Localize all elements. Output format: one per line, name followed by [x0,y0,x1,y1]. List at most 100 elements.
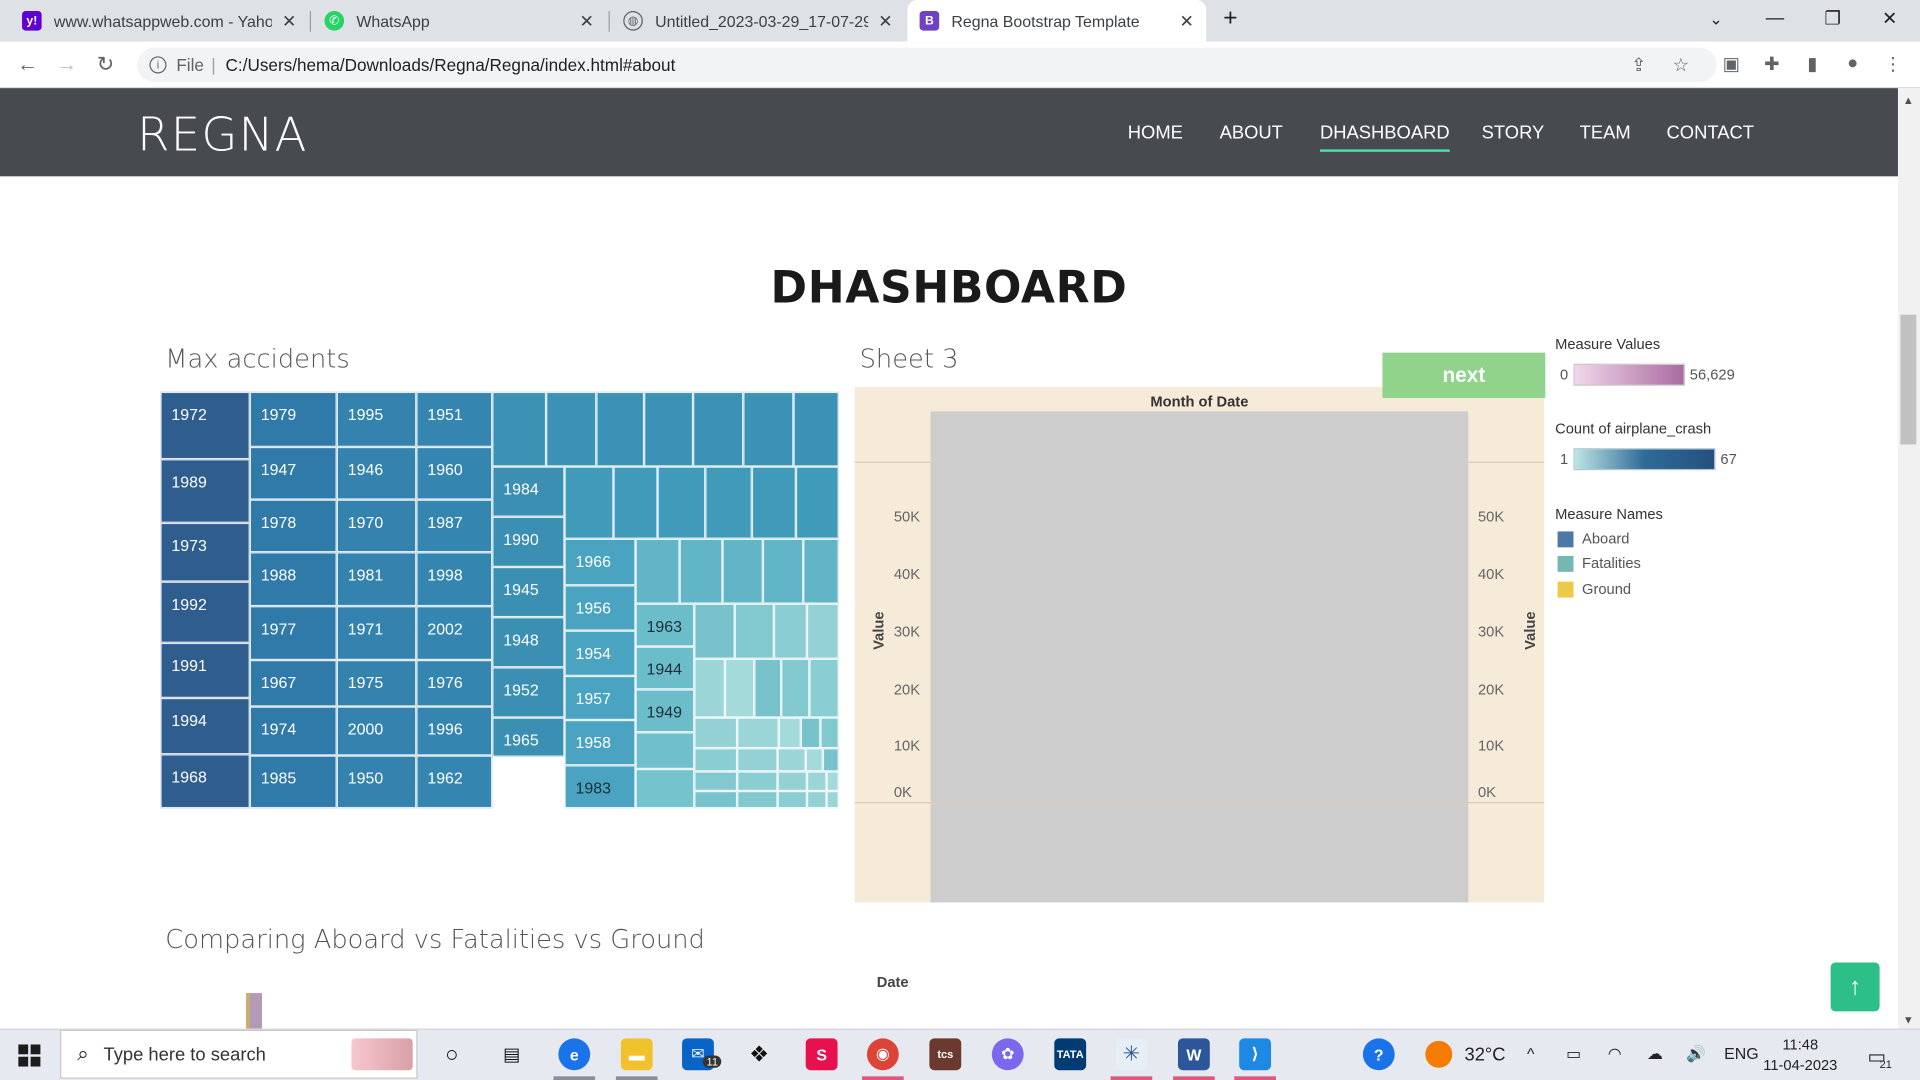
treemap-cell[interactable]: 1974 [249,706,337,756]
legend-item-aboard[interactable]: Aboard [1557,530,1629,547]
treemap-cell[interactable] [694,717,738,749]
profile-icon[interactable]: ● [1842,53,1864,75]
minimize-button[interactable]: — [1766,7,1784,28]
chrome-icon[interactable]: ◉ [866,1038,899,1071]
treemap-cell[interactable]: 1950 [336,755,417,809]
treemap-cell[interactable]: 1948 [492,617,565,668]
treemap-cell[interactable] [635,768,695,809]
treemap-cell[interactable] [777,791,807,809]
treemap-cell[interactable] [820,717,839,749]
treemap-cell[interactable] [613,466,658,539]
treemap-cell[interactable] [806,603,839,659]
treemap-cell[interactable]: 1983 [564,765,636,809]
treemap-cell[interactable]: 1957 [564,675,636,721]
treemap-cell[interactable]: 1965 [492,717,565,757]
extension-icon[interactable]: ▣ [1720,53,1742,75]
treemap-cell[interactable] [679,538,723,604]
treemap-cell[interactable] [635,732,695,769]
treemap-cell[interactable] [694,658,725,718]
treemap-cell[interactable]: 1963 [635,603,695,647]
treemap-cell[interactable]: 1956 [564,585,636,631]
site-logo[interactable]: REGNA [137,108,308,162]
treemap-cell[interactable]: 1944 [635,646,695,690]
treemap-cell[interactable] [793,391,839,467]
treemap-cell[interactable] [777,748,806,772]
treemap-cell[interactable]: 1968 [160,754,250,809]
treemap-cell[interactable]: 1951 [416,391,493,447]
treemap-cell[interactable] [705,466,752,539]
scroll-up-icon[interactable]: ▲ [1903,94,1914,106]
treemap-cell[interactable]: 1981 [336,552,417,607]
treemap-cell[interactable] [803,538,839,604]
temperature[interactable]: 32°C [1465,1044,1506,1065]
onedrive-icon[interactable]: ☁ [1647,1044,1663,1064]
treemap-cell[interactable]: 1991 [160,642,250,698]
treemap-cell[interactable] [737,748,778,772]
puzzle-icon[interactable]: ✚ [1761,53,1783,75]
treemap-cell[interactable]: 1954 [564,630,636,676]
treemap-cell[interactable]: 1990 [492,516,565,567]
treemap-cell[interactable]: 1958 [564,720,636,766]
treemap-cell[interactable]: 1971 [336,606,417,661]
treemap-cell[interactable] [800,717,821,749]
sidepanel-icon[interactable]: ▮ [1801,53,1823,75]
close-icon[interactable]: ✕ [1180,10,1194,31]
tab-yahoo[interactable]: y! www.whatsappweb.com - Yahoo ✕ [10,0,309,42]
treemap-cell[interactable]: 1989 [160,459,250,523]
treemap-cell[interactable]: 1976 [416,660,493,707]
treemap-cell[interactable]: 1978 [249,499,337,553]
treemap-cell[interactable] [644,391,694,467]
treemap-cell[interactable]: 1985 [249,755,337,809]
treemap-cell[interactable] [781,658,810,718]
treemap-chart[interactable]: 1972 1989 1973 1992 1991 1994 1968 1979 1947 1978… [160,391,839,809]
treemap-cell[interactable]: 1994 [160,697,250,755]
treemap-cell[interactable] [737,771,778,792]
show-hidden-icons[interactable]: ^ [1527,1044,1534,1062]
treemap-cell[interactable] [694,748,738,772]
treemap-cell[interactable]: 1952 [492,667,565,718]
nav-contact[interactable]: CONTACT [1667,122,1754,143]
tab-untitled[interactable]: ◍ Untitled_2023-03-29_17-07-29.p ✕ [611,0,905,42]
treemap-cell[interactable]: 1972 [160,391,250,460]
bookmark-star-icon[interactable]: ☆ [1673,54,1689,76]
treemap-cell[interactable] [657,466,706,539]
treemap-cell[interactable] [778,717,801,749]
treemap-cell[interactable] [694,771,738,792]
info-icon[interactable]: i [149,56,167,74]
page-scrollbar[interactable] [1897,88,1920,1029]
treemap-cell[interactable] [773,603,807,659]
tata-icon[interactable]: TATA [1054,1038,1087,1071]
next-button[interactable]: next [1382,352,1546,398]
treemap-cell[interactable] [751,466,796,539]
treemap-cell[interactable] [806,771,827,792]
treemap-cell[interactable] [795,466,839,539]
scroll-thumb[interactable] [1900,314,1917,445]
tableau-icon[interactable]: ✳ [1115,1038,1148,1071]
nav-home[interactable]: HOME [1128,122,1183,143]
nav-dashboard[interactable]: DHASHBOARD [1320,122,1450,152]
treemap-cell[interactable] [694,603,735,659]
treemap-cell[interactable]: 1945 [492,566,565,618]
back-icon[interactable]: ← [17,53,38,77]
treemap-cell[interactable] [737,791,778,809]
reload-icon[interactable]: ↻ [97,53,114,77]
treemap-cell[interactable] [564,466,614,539]
treemap-cell[interactable] [777,771,807,792]
copilot-icon[interactable]: ✿ [991,1038,1024,1071]
wifi-icon[interactable]: ◠ [1608,1044,1622,1064]
treemap-cell[interactable]: 1979 [249,391,337,447]
treemap-cell[interactable] [693,391,744,467]
share-icon[interactable]: ⇪ [1631,54,1646,76]
close-window-button[interactable]: ✕ [1882,7,1897,30]
forward-icon[interactable]: → [56,53,77,77]
app-s-icon[interactable]: S [805,1038,838,1071]
restore-button[interactable]: ❐ [1825,7,1841,30]
treemap-cell[interactable] [546,391,597,467]
treemap-cell[interactable]: 1970 [336,499,417,553]
scroll-down-icon[interactable]: ▼ [1903,1014,1914,1026]
battery-icon[interactable]: ▭ [1566,1044,1581,1064]
treemap-cell[interactable]: 1988 [249,552,337,607]
nav-team[interactable]: TEAM [1580,122,1631,143]
help-icon[interactable]: ? [1362,1038,1395,1071]
treemap-cell[interactable] [694,791,738,809]
